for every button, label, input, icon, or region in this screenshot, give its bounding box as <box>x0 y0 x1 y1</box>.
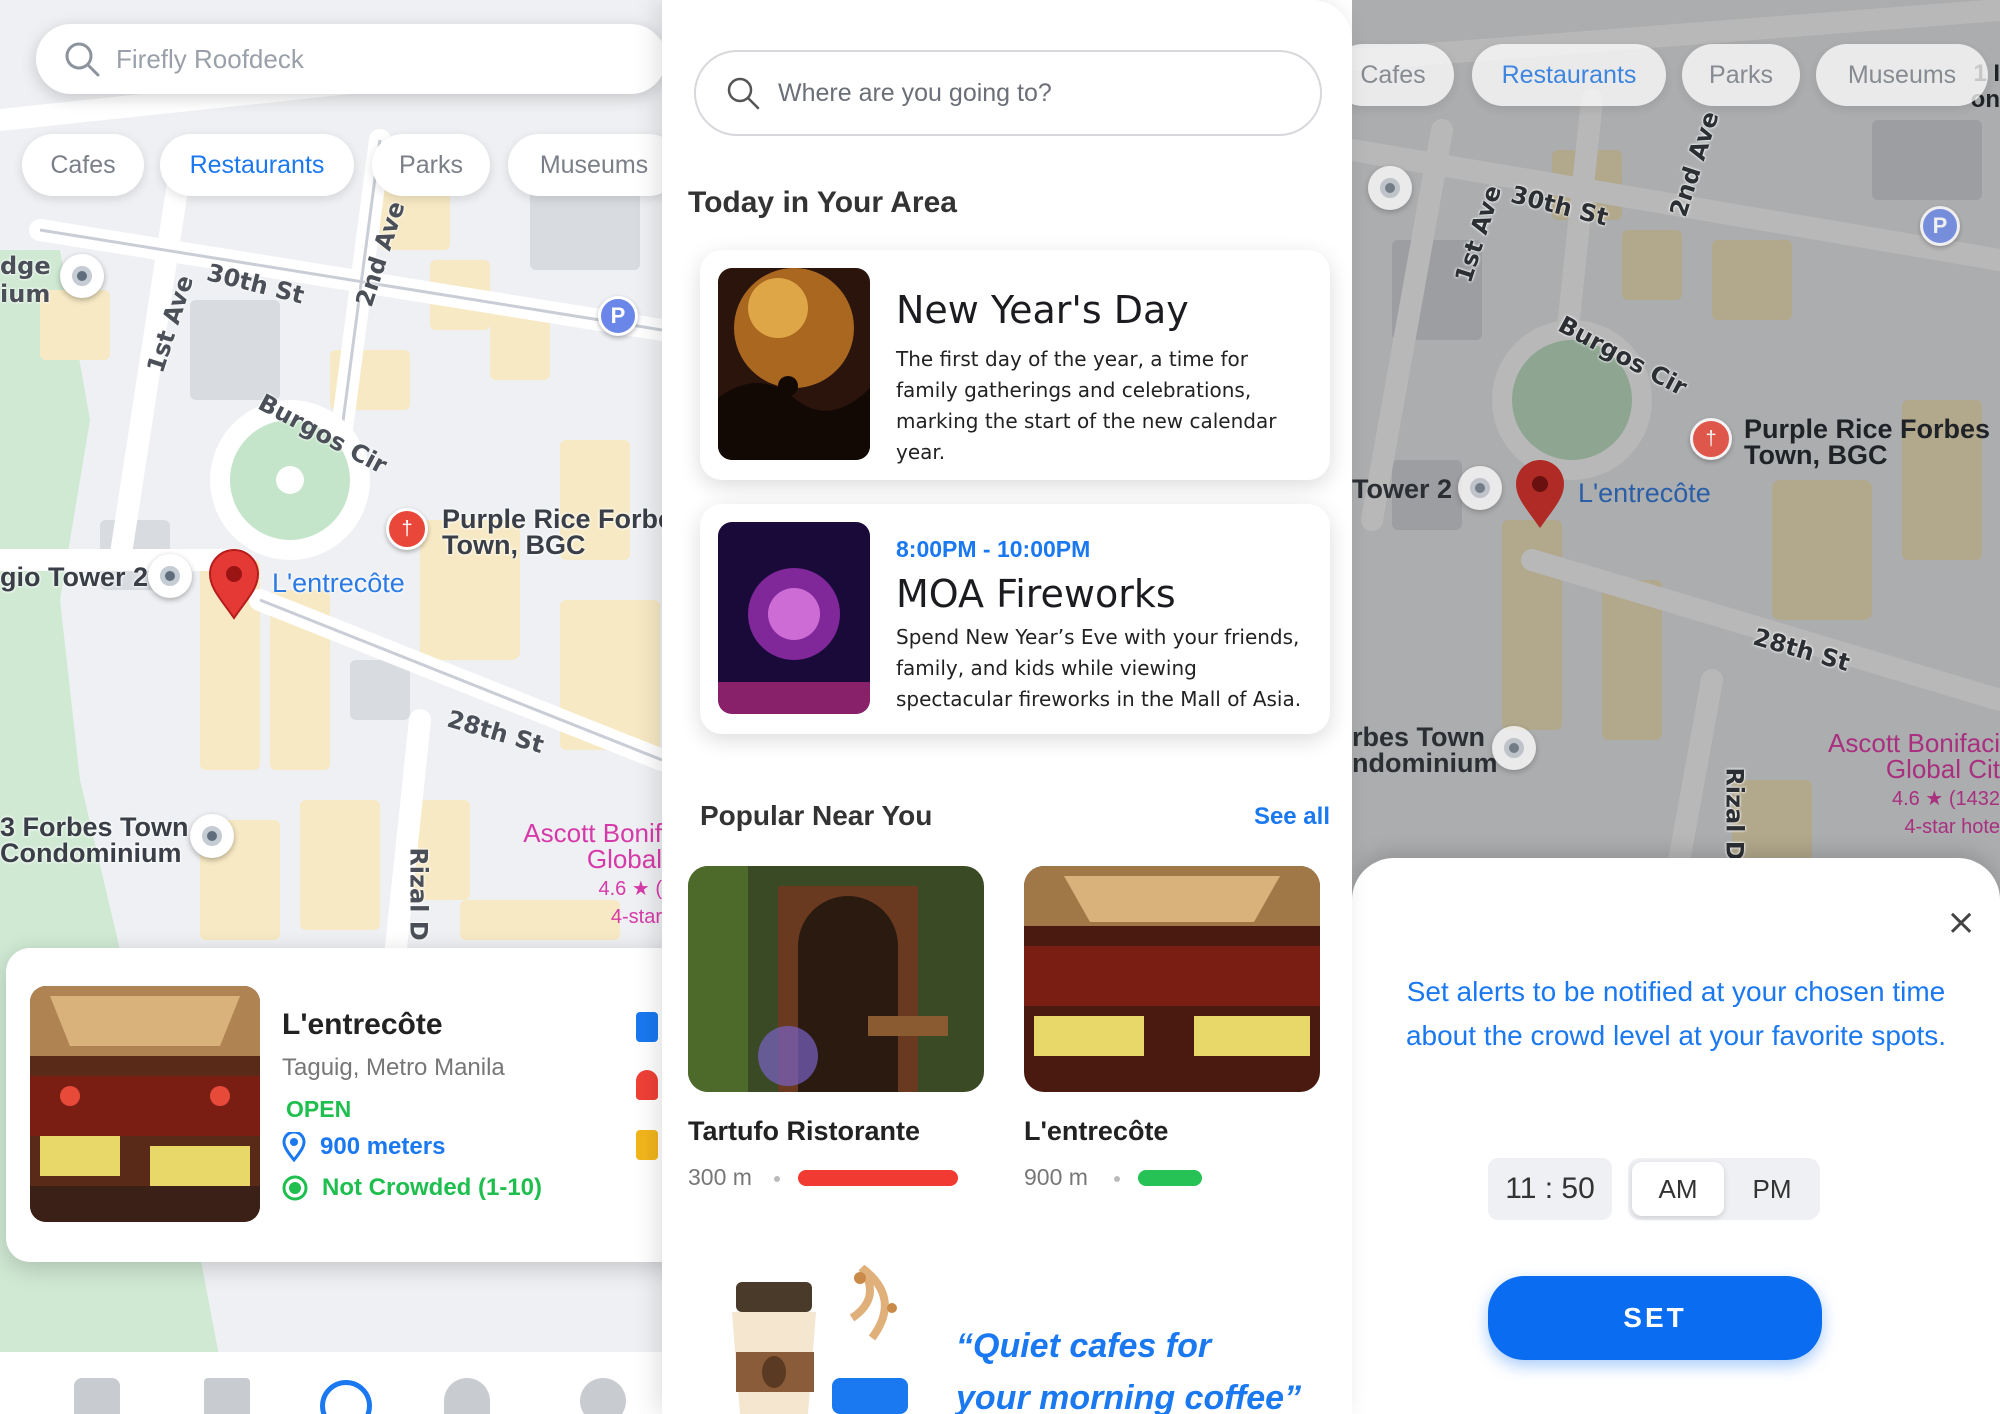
street-rizal: Rizal D <box>1720 767 1749 861</box>
home-icon[interactable] <box>74 1378 120 1414</box>
label-tower: gio Tower 2 <box>0 562 149 592</box>
section-title-popular: Popular Near You <box>700 800 933 831</box>
separator-dot <box>1114 1176 1120 1182</box>
label-ascott-1: Ascott Bonif <box>523 818 662 848</box>
chip-museums: Museums <box>1816 44 1988 106</box>
street-rizal: Rizal D <box>404 847 433 941</box>
poi-pin-icon[interactable] <box>148 554 192 598</box>
location-pin-icon[interactable] <box>206 548 262 620</box>
bell-icon[interactable] <box>636 1070 658 1100</box>
promo-quote-line: your morning coffee” <box>956 1379 1302 1414</box>
chip-museums[interactable]: Museums <box>508 134 662 196</box>
crowd-level: Not Crowded (1-10) <box>282 1174 542 1202</box>
alert-sheet: × Set alerts to be notified at your chos… <box>1352 858 2000 1414</box>
label-ascott-2: Global Cit <box>1885 754 2000 784</box>
open-status: OPEN <box>286 1096 352 1122</box>
restaurant-icon[interactable]: † <box>386 508 428 550</box>
map-icon[interactable] <box>204 1378 250 1414</box>
popular-distance: 900 m <box>1024 1164 1088 1190</box>
promo-quote: “Quiet cafes for your morning coffee” <box>956 1320 1301 1414</box>
chip-cafes[interactable]: Cafes <box>22 134 144 196</box>
promo-quote-line: “Quiet cafes for <box>956 1327 1212 1365</box>
label-ascott-class: 4-star hote <box>1904 816 2000 838</box>
chip-restaurants[interactable]: Restaurants <box>160 134 354 196</box>
crowd-bar <box>798 1170 958 1186</box>
label-forbes-2: ndominium <box>1352 748 1498 778</box>
restaurant-icon: † <box>1690 418 1732 460</box>
place-card[interactable]: L'entrecôte Taguig, Metro Manila OPEN 90… <box>6 948 662 1262</box>
am-pm-toggle: AM PM <box>1628 1158 1820 1220</box>
popular-image[interactable] <box>1024 866 1320 1092</box>
chip-parks: Parks <box>1682 44 1800 106</box>
label-forbes-2: Condominium <box>0 838 182 868</box>
event-description: Spend New Year’s Eve with your friends, … <box>896 625 1302 711</box>
pm-option[interactable]: PM <box>1728 1162 1816 1216</box>
time-input[interactable]: 11 : 50 <box>1488 1158 1612 1220</box>
popular-image[interactable] <box>688 866 984 1092</box>
search-bar[interactable]: Firefly Roofdeck <box>36 24 662 94</box>
chip-cafes: Cafes <box>1352 44 1454 106</box>
set-button[interactable]: SET <box>1488 1276 1822 1360</box>
label-ium: ium <box>0 280 51 308</box>
popular-name[interactable]: Tartufo Ristorante <box>688 1116 920 1147</box>
see-all-link[interactable]: See all <box>1254 803 1330 831</box>
crowd-dot-icon <box>282 1175 308 1201</box>
bookmark-icon[interactable] <box>636 1012 658 1042</box>
event-card[interactable]: 8:00PM - 10:00PM MOA Fireworks Spend New… <box>700 504 1330 734</box>
alert-setup-screen: 30th St 2nd Ave 1st Ave Burgos Cir 28th … <box>1352 0 2000 1414</box>
label-ascott-rating: 4.6 ★ (1432 <box>1892 788 2000 810</box>
distance-text: 900 meters <box>320 1133 446 1160</box>
section-title-today: Today in Your Area <box>688 186 957 219</box>
location-pin-icon <box>1516 460 1564 528</box>
crowd-bar <box>1138 1170 1202 1186</box>
separator-dot <box>774 1176 780 1182</box>
label-purple-rice-2: Town, BGC <box>442 530 586 560</box>
am-option[interactable]: AM <box>1632 1162 1724 1216</box>
home-feed-screen: Where are you going to? Today in Your Ar… <box>662 0 1352 1414</box>
chip-restaurants: Restaurants <box>1472 44 1666 106</box>
popular-distance: 300 m <box>688 1164 752 1190</box>
poi-pin-icon <box>1368 166 1412 210</box>
event-title: New Year's Day <box>896 288 1189 332</box>
close-icon[interactable]: × <box>1946 902 1976 943</box>
label-ascott-2: Global <box>586 844 662 874</box>
popular-name[interactable]: L'entrecôte <box>1024 1116 1168 1147</box>
label-ascott-class: 4-star <box>610 906 662 928</box>
poi-pin-icon <box>1492 726 1536 770</box>
crowd-text: Not Crowded (1-10) <box>322 1174 543 1201</box>
parking-icon[interactable]: P <box>598 296 638 336</box>
label-ascott-rating: 4.6 ★ ( <box>598 878 662 900</box>
event-image <box>718 522 870 714</box>
place-name: L'entrecôte <box>282 1008 443 1041</box>
coffee-cup-icon <box>732 1264 908 1414</box>
label-tower: Tower 2 <box>1352 474 1453 504</box>
poi-pin-icon[interactable] <box>60 254 104 298</box>
event-description: The first day of the year, a time for fa… <box>896 347 1277 464</box>
parking-icon: P <box>1920 206 1960 246</box>
label-entrecote: L'entrecôte <box>1578 478 1711 508</box>
left-map-screen: dge ium 30th St 2nd Ave 1st Ave Burgos C… <box>0 0 662 1414</box>
label-ascott-1: Ascott Bonifaci <box>1828 728 2000 758</box>
chip-parks[interactable]: Parks <box>372 134 490 196</box>
search-icon <box>727 77 760 110</box>
location-icon <box>282 1132 306 1162</box>
label-lodge: dge <box>0 252 51 280</box>
place-photo <box>30 986 260 1222</box>
place-distance: 900 meters <box>282 1132 445 1162</box>
event-card[interactable]: New Year's Day The first day of the year… <box>700 250 1330 480</box>
event-time: 8:00PM - 10:00PM <box>896 536 1091 562</box>
search-icon <box>65 42 100 77</box>
event-image <box>718 268 870 460</box>
event-title: MOA Fireworks <box>896 572 1176 616</box>
search-value: Firefly Roofdeck <box>116 43 304 74</box>
label-entrecote[interactable]: L'entrecôte <box>272 568 405 599</box>
poi-pin-icon[interactable] <box>190 814 234 858</box>
destination-search[interactable]: Where are you going to? <box>694 50 1322 136</box>
place-location: Taguig, Metro Manila <box>282 1054 505 1081</box>
alert-message: Set alerts to be notified at your chosen… <box>1405 976 1947 1051</box>
review-icon[interactable] <box>636 1130 658 1160</box>
poi-pin-icon <box>1458 466 1502 510</box>
search-placeholder: Where are you going to? <box>778 78 1052 107</box>
label-purple-rice-2: Town, BGC <box>1744 440 1888 470</box>
